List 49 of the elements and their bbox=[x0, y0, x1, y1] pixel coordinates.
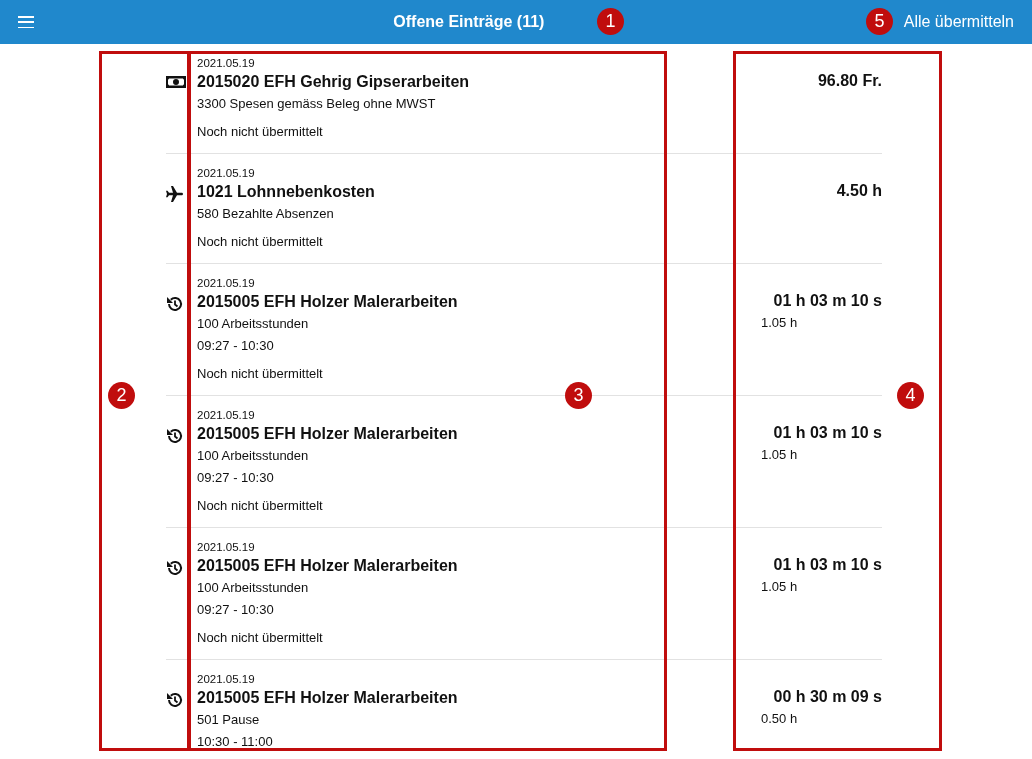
menu-icon[interactable] bbox=[18, 16, 34, 28]
entry-date: 2021.05.19 bbox=[197, 276, 255, 290]
banknote-icon bbox=[166, 76, 186, 88]
entry-amount: 01 h 03 m 10 s bbox=[773, 291, 882, 311]
entry-hours: 1.05 h bbox=[761, 446, 798, 464]
entry-title: 2015005 EFH Holzer Malerarbeiten bbox=[197, 688, 458, 708]
entry-time-range: 09:27 - 10:30 bbox=[197, 601, 274, 619]
entry-status: Noch nicht übermittelt bbox=[197, 365, 323, 383]
airplane-icon bbox=[166, 186, 184, 202]
entry-subtitle: 580 Bezahlte Absenzen bbox=[197, 205, 334, 223]
entry-amount: 00 h 30 m 09 s bbox=[773, 687, 882, 707]
entry-title: 2015005 EFH Holzer Malerarbeiten bbox=[197, 424, 458, 444]
entry-title: 2015005 EFH Holzer Malerarbeiten bbox=[197, 556, 458, 576]
entry-amount: 4.50 h bbox=[836, 181, 882, 201]
entry-hours: 1.05 h bbox=[761, 314, 798, 332]
entry-time-range: 09:27 - 10:30 bbox=[197, 469, 274, 487]
entry-time-range: 09:27 - 10:30 bbox=[197, 337, 274, 355]
entry-time-range: 10:30 - 11:00 bbox=[197, 733, 273, 751]
entry-subtitle: 100 Arbeitsstunden bbox=[197, 579, 309, 597]
submit-all-button[interactable]: Alle übermitteln bbox=[903, 10, 1014, 34]
entry-subtitle: 100 Arbeitsstunden bbox=[197, 447, 309, 465]
entry-title: 2015020 EFH Gehrig Gipserarbeiten bbox=[197, 72, 470, 92]
entry-amount: 01 h 03 m 10 s bbox=[773, 555, 882, 575]
entry-subtitle: 501 Pause bbox=[197, 711, 260, 729]
entry-status: Noch nicht übermittelt bbox=[197, 629, 323, 647]
callout-number: 2 bbox=[108, 382, 135, 409]
callout-number: 4 bbox=[897, 382, 924, 409]
history-icon bbox=[166, 560, 183, 576]
entry-amount: 96.80 Fr. bbox=[817, 71, 882, 91]
entry-hours: 0.50 h bbox=[761, 710, 798, 728]
entry-date: 2021.05.19 bbox=[197, 672, 255, 686]
entry-date: 2021.05.19 bbox=[197, 166, 255, 180]
history-icon bbox=[166, 428, 183, 444]
entry-status: Noch nicht übermittelt bbox=[197, 497, 323, 515]
entry-amount: 01 h 03 m 10 s bbox=[773, 423, 882, 443]
entry-date: 2021.05.19 bbox=[197, 56, 255, 70]
entry-subtitle: 3300 Spesen gemäss Beleg ohne MWST bbox=[197, 95, 436, 113]
entry-date: 2021.05.19 bbox=[197, 408, 255, 422]
callout-number: 3 bbox=[565, 382, 592, 409]
history-icon bbox=[166, 296, 183, 312]
entry-status: Noch nicht übermittelt bbox=[197, 123, 323, 141]
history-icon bbox=[166, 692, 183, 708]
entry-date: 2021.05.19 bbox=[197, 540, 255, 554]
entry-status: Noch nicht übermittelt bbox=[197, 233, 323, 251]
entry-title: 1021 Lohnnebenkosten bbox=[197, 182, 375, 202]
entry-hours: 1.05 h bbox=[761, 578, 798, 596]
page-title: Offene Einträge (11) bbox=[393, 12, 545, 32]
entry-title: 2015005 EFH Holzer Malerarbeiten bbox=[197, 292, 458, 312]
entry-subtitle: 100 Arbeitsstunden bbox=[197, 315, 309, 333]
